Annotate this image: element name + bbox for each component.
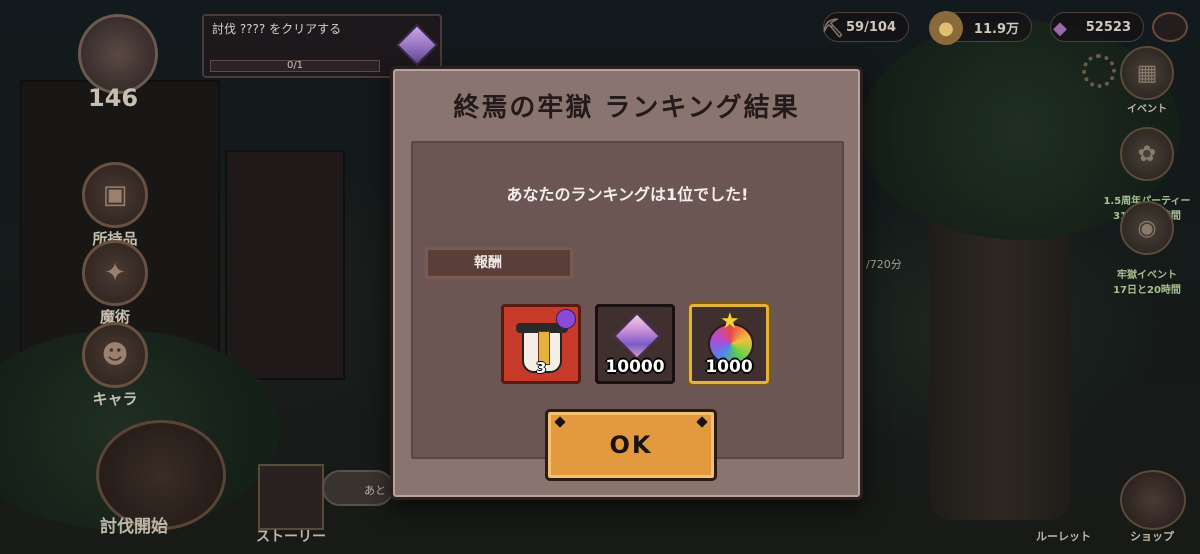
- prison-event-icon: ◉: [1120, 201, 1174, 255]
- map-counter: /720分: [866, 258, 902, 271]
- event-label: イベント: [1127, 104, 1167, 115]
- reward-qty: 3: [536, 359, 547, 377]
- event-button[interactable]: ▦ イベント: [1102, 46, 1192, 115]
- quest-text: 討伐 ???? をクリアする: [212, 22, 342, 36]
- gem-counter: ◆ 52523: [1050, 12, 1144, 42]
- prison-event-label: 牢獄イベント 17日と20時間: [1113, 270, 1181, 296]
- face-badge-icon: [556, 309, 576, 329]
- story-card[interactable]: [258, 464, 324, 530]
- subjugation-start-label[interactable]: 討伐開始: [100, 512, 168, 537]
- player-emblem[interactable]: [78, 14, 158, 94]
- character-label: キャラ: [92, 390, 138, 408]
- dialog-title: 終焉の牢獄 ランキング結果: [453, 93, 800, 123]
- stamina-value: 59/104: [846, 19, 896, 35]
- quest-progress-bar: 0/1: [210, 60, 380, 72]
- eye-icon[interactable]: [1152, 12, 1188, 42]
- shop-label[interactable]: ショップ: [1130, 528, 1174, 544]
- bubble-text: あと: [364, 484, 386, 497]
- story-label[interactable]: ストーリー: [256, 526, 326, 546]
- reward-qty: 10000: [605, 357, 665, 377]
- reward-item-gem[interactable]: 10000: [595, 304, 675, 384]
- gold-value: 11.9万: [973, 21, 1019, 37]
- party-icon: ✿: [1120, 127, 1174, 181]
- speech-bubble: あと: [322, 470, 394, 506]
- stamina-counter: ⛏ 59/104: [822, 12, 909, 42]
- ranking-result-dialog: 終焉の牢獄 ランキング結果 あなたのランキングは1位でした! 報酬 3 1000…: [390, 66, 863, 500]
- inventory-button[interactable]: ▣ 所持品: [76, 162, 154, 249]
- gem-value: 52523: [1085, 19, 1131, 35]
- reward-qty: 1000: [705, 357, 753, 377]
- pickaxe-icon: ⛏: [821, 17, 845, 39]
- magic-icon: ✦: [82, 240, 148, 306]
- star-icon: ★: [720, 309, 740, 334]
- player-level: 146: [88, 84, 139, 112]
- ok-button[interactable]: OK: [545, 409, 717, 481]
- coin-icon: ●: [929, 11, 963, 45]
- calendar-icon: ▦: [1120, 46, 1174, 100]
- bag-icon: ▣: [82, 162, 148, 228]
- shop-button[interactable]: [1120, 470, 1186, 530]
- gem-currency-icon: ◆: [1053, 17, 1067, 39]
- reward-item-rainbow-bag[interactable]: ★ 1000: [689, 304, 769, 384]
- gem-icon: [395, 23, 439, 67]
- character-button[interactable]: ☻ キャラ: [76, 322, 154, 409]
- roulette-label[interactable]: ルーレット: [1036, 528, 1091, 544]
- prison-event-button[interactable]: ◉ 牢獄イベント 17日と20時間: [1102, 190, 1192, 307]
- gold-counter: ● 11.9万: [929, 11, 1032, 45]
- reward-label: 報酬: [425, 247, 573, 279]
- gem-icon: [612, 311, 662, 361]
- reward-item-character-hat[interactable]: 3: [501, 304, 581, 384]
- ranking-result-text: あなたのランキングは1位でした!: [506, 185, 749, 204]
- character-icon: ☻: [82, 322, 148, 388]
- magic-button[interactable]: ✦ 魔術: [76, 240, 154, 327]
